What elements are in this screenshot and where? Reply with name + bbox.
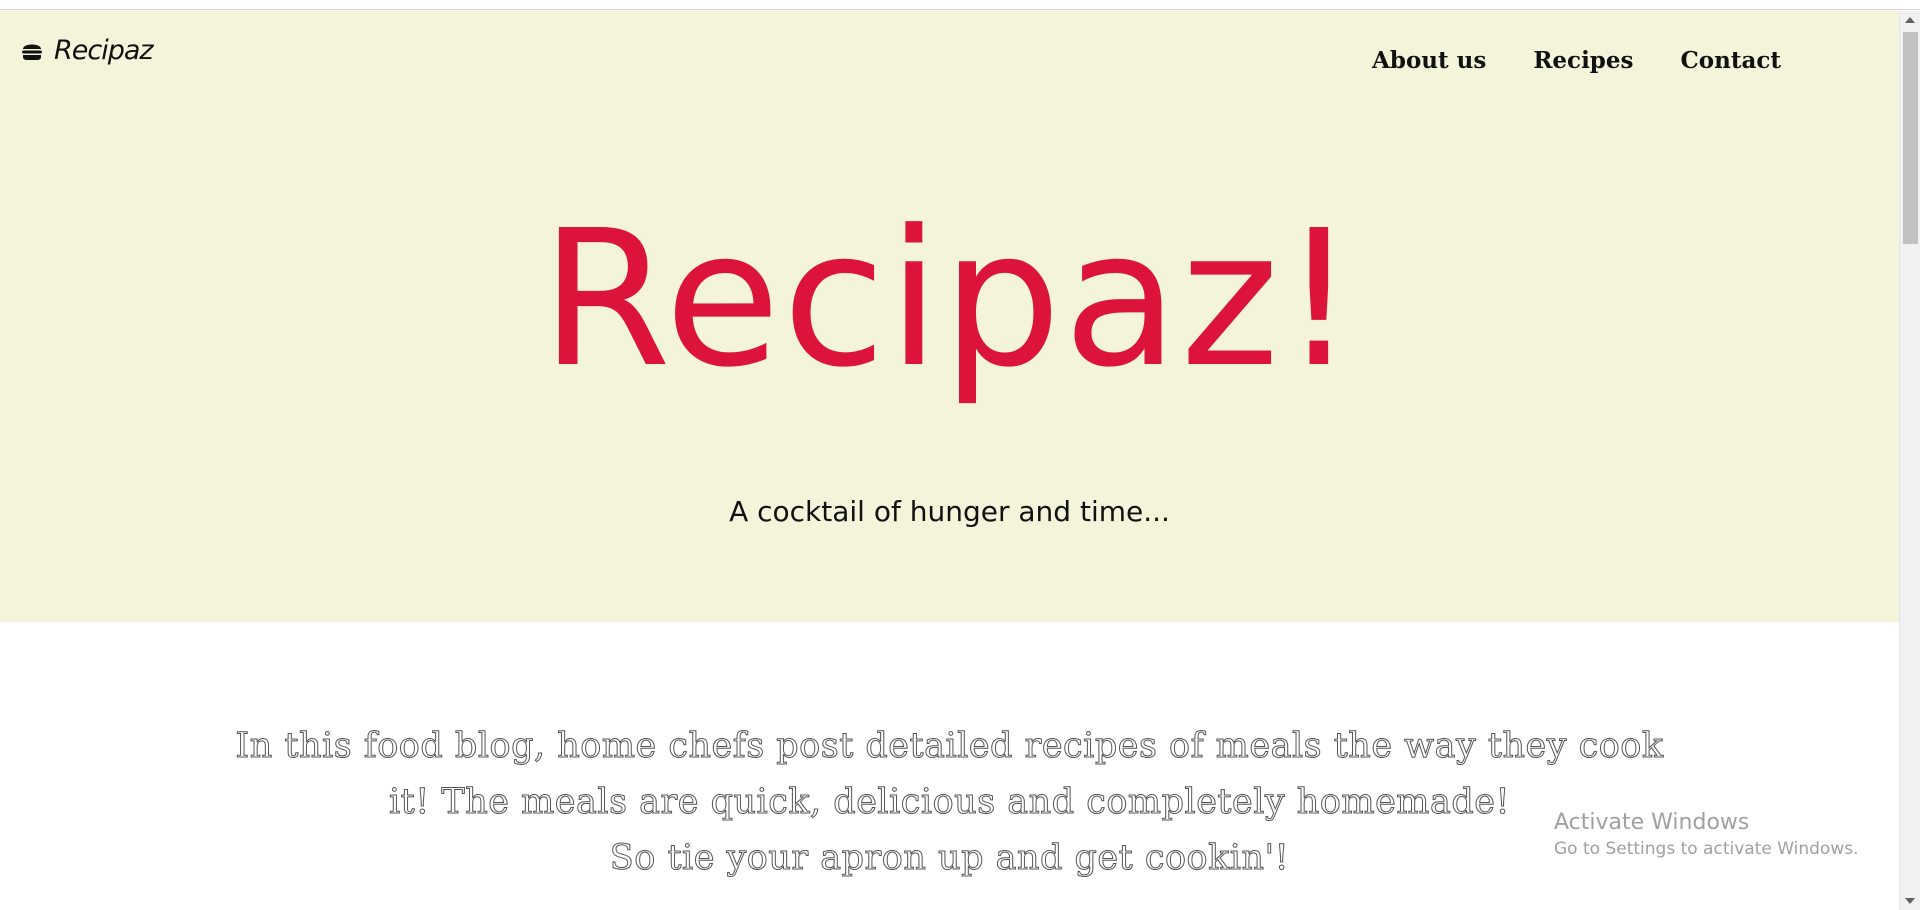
intro-line: In this food blog, home chefs post detai… — [235, 726, 1664, 767]
watermark-title: Activate Windows — [1554, 810, 1750, 835]
hero-section: Recipaz About us Recipes Contact Recipaz… — [0, 11, 1899, 622]
vertical-scrollbar[interactable] — [1899, 11, 1920, 910]
hero-tagline: A cocktail of hunger and time... — [729, 495, 1170, 528]
nav-contact[interactable]: Contact — [1680, 47, 1781, 74]
scroll-down-arrow-icon[interactable] — [1905, 898, 1915, 904]
main-nav: About us Recipes Contact — [1372, 47, 1781, 74]
brand-label: Recipaz — [54, 35, 154, 66]
browser-top-rule — [0, 0, 1920, 10]
nav-recipes[interactable]: Recipes — [1533, 47, 1633, 74]
intro-paragraph: In this food blog, home chefs post detai… — [0, 718, 1899, 886]
activate-windows-watermark: Activate Windows Go to Settings to activ… — [1554, 808, 1859, 860]
scroll-up-arrow-icon[interactable] — [1905, 17, 1915, 23]
hamburger-icon — [20, 39, 44, 63]
scroll-thumb[interactable] — [1903, 32, 1918, 244]
brand-link[interactable]: Recipaz — [20, 35, 154, 66]
hero-title: Recipaz! — [540, 190, 1359, 409]
nav-about-us[interactable]: About us — [1372, 47, 1486, 74]
watermark-subtitle: Go to Settings to activate Windows. — [1554, 839, 1859, 859]
